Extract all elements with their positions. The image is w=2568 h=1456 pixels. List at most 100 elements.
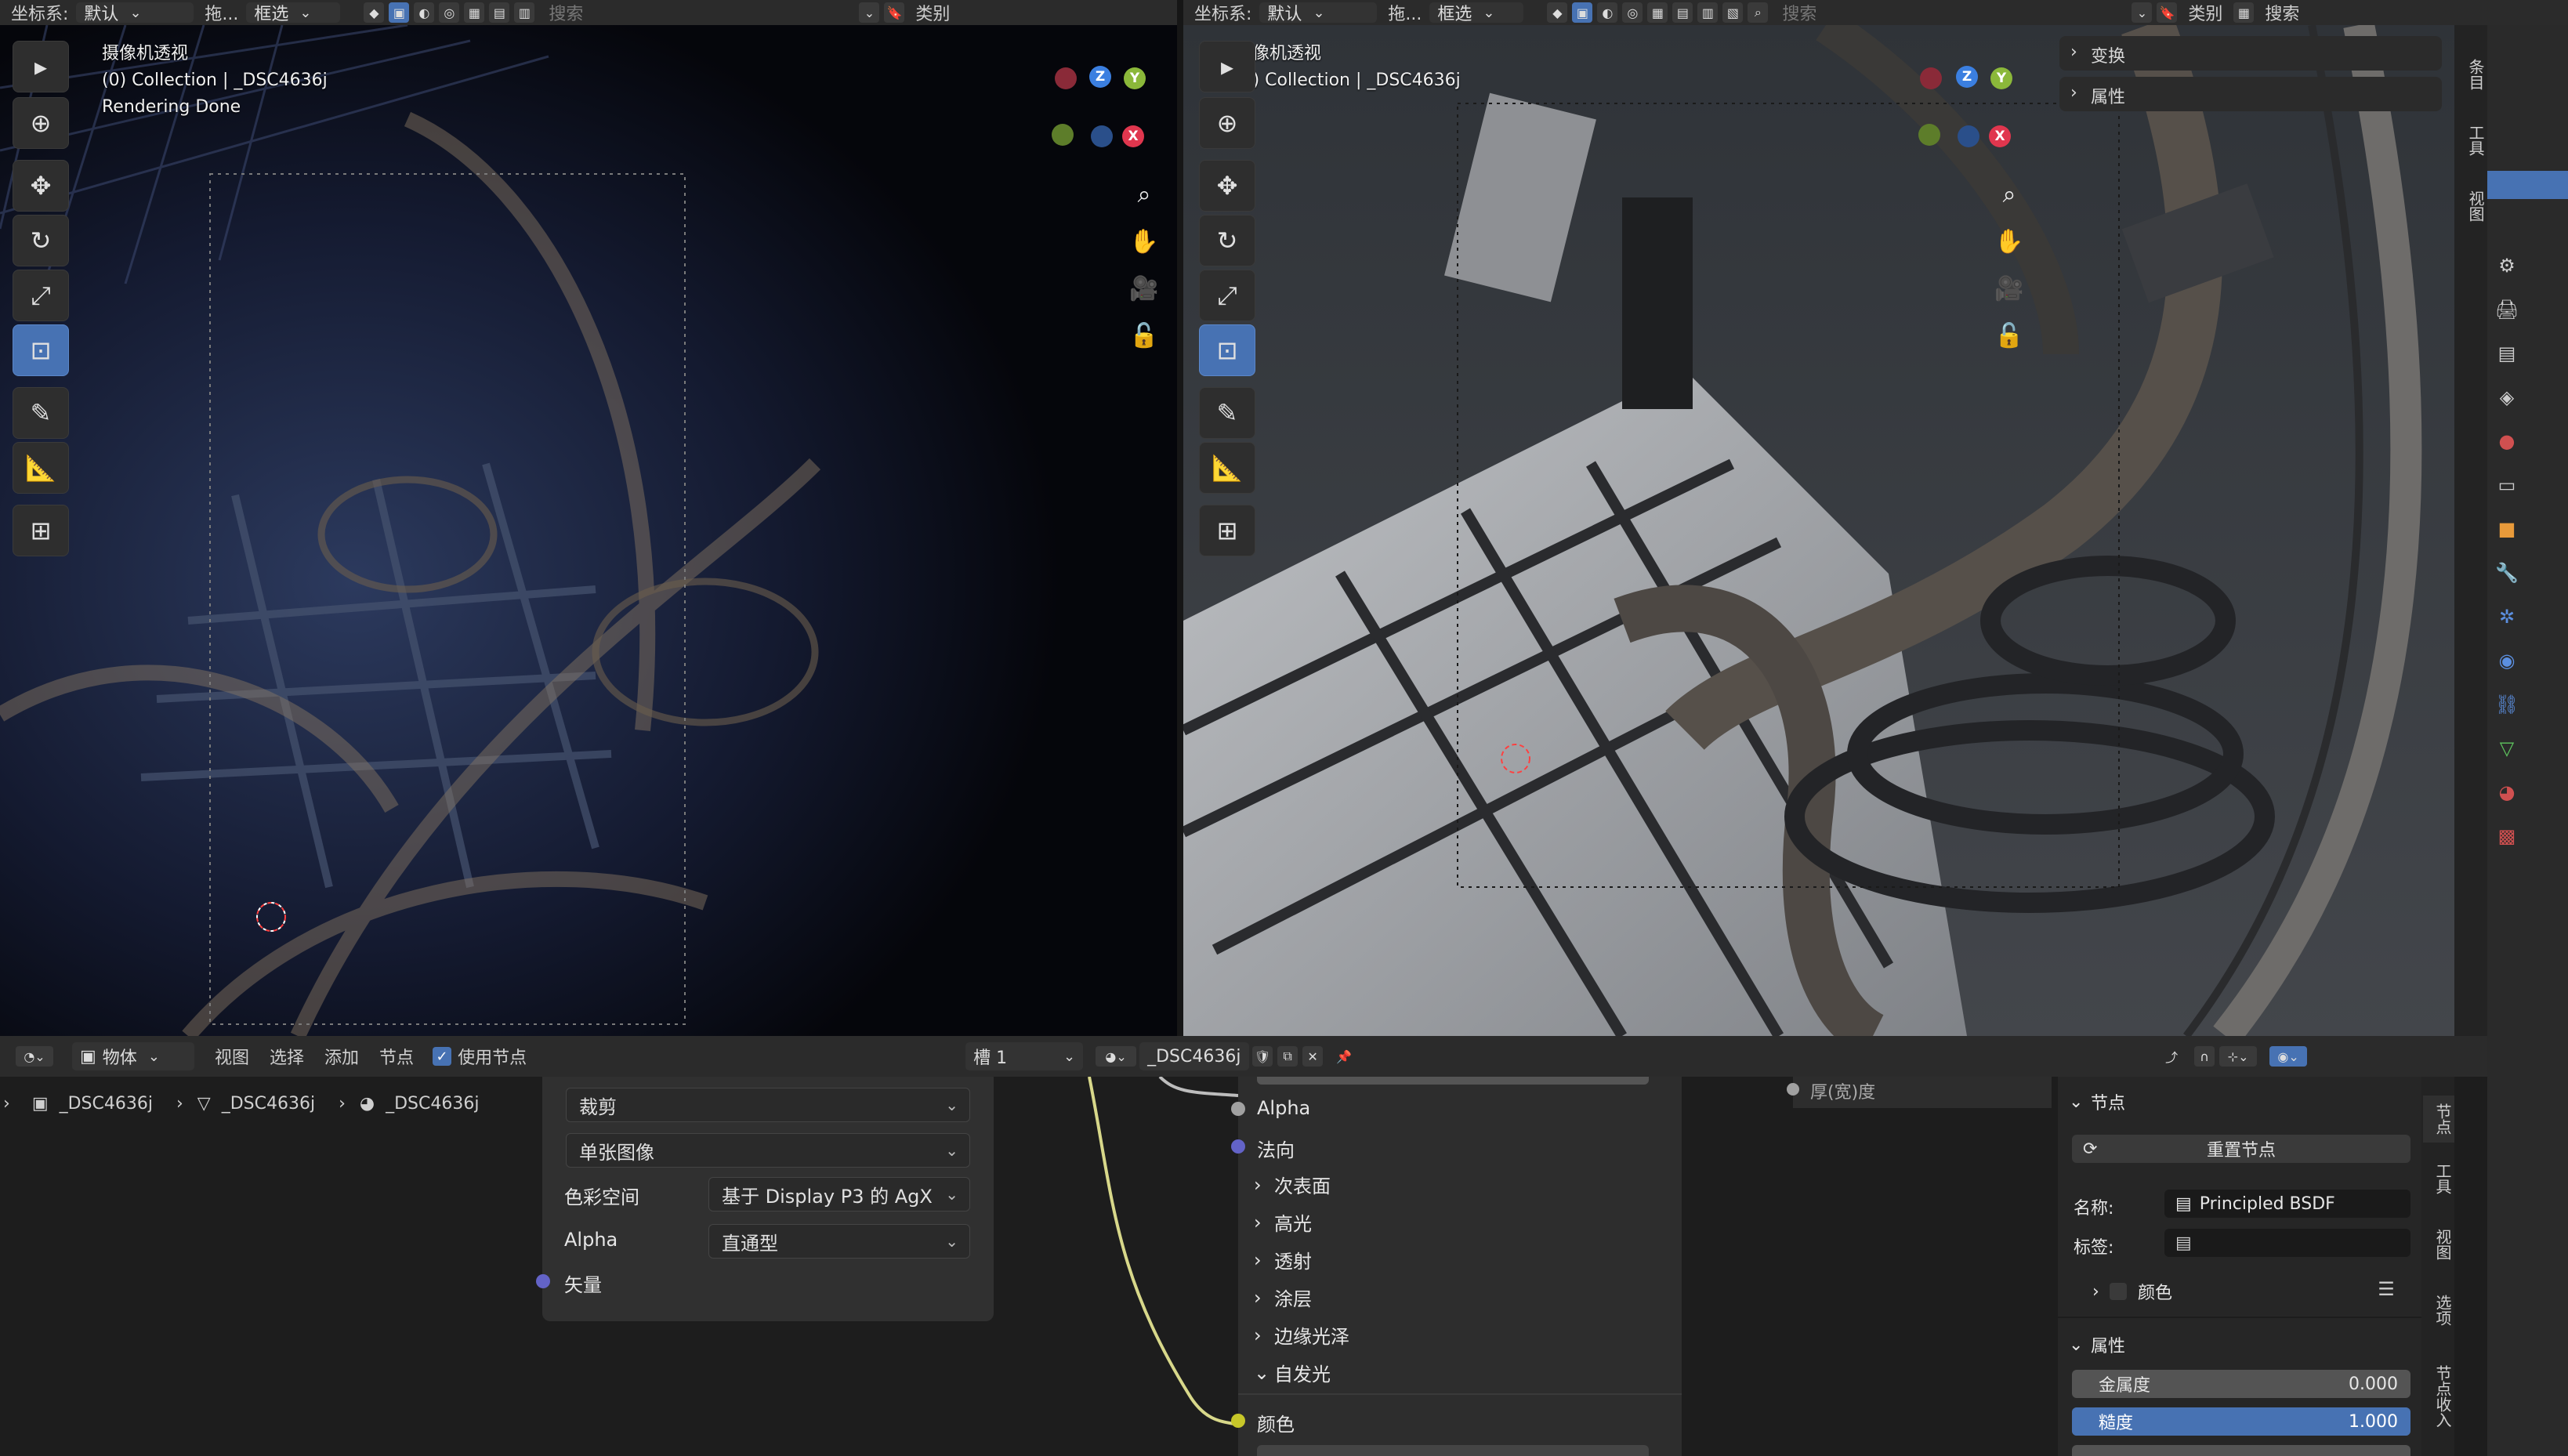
cursor-tool[interactable]: ⊕: [13, 97, 69, 149]
left-viewport[interactable]: 摄像机透视 (0) Collection | _DSC4636j Renderi…: [0, 25, 1177, 1036]
properties-section-header[interactable]: ⌄ 属性: [2069, 1332, 2125, 1357]
data-icon[interactable]: ▽: [2494, 735, 2520, 762]
viewport-divider[interactable]: [1177, 0, 1183, 1036]
color-row[interactable]: › 颜色: [2092, 1279, 2172, 1304]
duplicate-icon[interactable]: ⧉: [1277, 1046, 1298, 1067]
transmission-panel[interactable]: › 透射: [1254, 1246, 1312, 1273]
render-icon[interactable]: ▥: [514, 2, 535, 23]
constraints-icon[interactable]: ⛓: [2494, 691, 2520, 718]
material-sphere-icon[interactable]: ◕⌄: [1096, 1046, 1137, 1067]
select-box-tool[interactable]: ▸: [13, 41, 69, 92]
menu-select[interactable]: 选择: [270, 1044, 304, 1069]
gizmo-neg-x[interactable]: [1920, 67, 1942, 89]
search-input[interactable]: 搜索: [1782, 0, 2127, 25]
normal-socket[interactable]: [1231, 1139, 1245, 1154]
shading-icon[interactable]: ◆: [1547, 2, 1568, 23]
render-settings-icon[interactable]: ⚙: [2494, 252, 2520, 279]
selectable-icon[interactable]: ▣: [1572, 2, 1593, 23]
node-section-header[interactable]: ⌄ 节点: [2069, 1089, 2125, 1114]
reset-node-button[interactable]: ⟳ 重置节点: [2072, 1135, 2410, 1163]
sheen-panel[interactable]: › 边缘光泽: [1254, 1321, 1349, 1349]
snap-icon[interactable]: ∩: [2194, 1046, 2215, 1067]
pan-hand-icon[interactable]: ✋: [1992, 224, 2027, 259]
node-top-field[interactable]: [1257, 1077, 1649, 1085]
chevron-down-icon[interactable]: ⌄: [2132, 2, 2153, 23]
render-icon[interactable]: ▥: [1697, 2, 1719, 23]
search-label[interactable]: 搜索: [2265, 0, 2299, 25]
snap-mode-icon[interactable]: ⊹⌄: [2219, 1046, 2258, 1067]
tab-tool[interactable]: 工具: [2423, 1155, 2454, 1202]
vector-socket[interactable]: [536, 1274, 550, 1288]
search-input[interactable]: 搜索: [549, 0, 854, 25]
roughness-slider[interactable]: 糙度 1.000: [2072, 1407, 2410, 1436]
gizmo-y-axis[interactable]: Y: [1124, 67, 1146, 89]
drag-label[interactable]: 拖...: [1388, 0, 1422, 25]
add-cube-tool[interactable]: ⊞: [13, 505, 69, 556]
measure-tool[interactable]: 📐: [13, 442, 69, 494]
node-editor-canvas[interactable]: › ▣ _DSC4636j › ▽ _DSC4636j › ◕ _DSC4636…: [0, 1077, 2454, 1456]
emission-panel[interactable]: ⌄ 自发光: [1254, 1359, 1331, 1386]
object-mode-dropdown[interactable]: ▣ 物体 ⌄: [72, 1042, 194, 1070]
bookmark-icon[interactable]: 🔖: [2157, 2, 2178, 23]
move-tool[interactable]: ✥: [13, 160, 69, 212]
xray-icon[interactable]: ▦: [464, 2, 485, 23]
list-icon[interactable]: ☰: [2373, 1276, 2400, 1302]
pin-icon[interactable]: 📌: [1334, 1046, 1354, 1067]
scale-tool[interactable]: ⤢: [1199, 270, 1255, 321]
particles-icon[interactable]: ✲: [2494, 603, 2520, 630]
editor-type-icon[interactable]: ◔⌄: [16, 1046, 53, 1067]
gizmo-neg-x[interactable]: [1055, 67, 1077, 89]
gizmo-x-axis[interactable]: X: [1122, 125, 1144, 147]
filter-icon[interactable]: ◐: [414, 2, 435, 23]
add-cube-tool[interactable]: ⊞: [1199, 505, 1255, 556]
view-layer-icon[interactable]: ▤: [2494, 340, 2520, 367]
parent-icon[interactable]: ⤴: [2161, 1046, 2182, 1067]
layout-icon[interactable]: ▦: [2233, 2, 2255, 23]
gizmo-z-axis[interactable]: Z: [1956, 66, 1978, 88]
scene-icon[interactable]: ◈: [2494, 384, 2520, 411]
menu-add[interactable]: 添加: [324, 1044, 359, 1069]
drag-label[interactable]: 拖...: [205, 0, 238, 25]
visibility-icon[interactable]: ▤: [1672, 2, 1693, 23]
crop-dropdown[interactable]: 裁剪 ⌄: [566, 1088, 970, 1122]
specular-panel[interactable]: › 高光: [1254, 1208, 1312, 1236]
zoom-icon[interactable]: ⌕: [1127, 177, 1161, 212]
tab-options[interactable]: 选项: [2423, 1287, 2454, 1334]
transform-tool[interactable]: ⊡: [1199, 324, 1255, 376]
principled-bsdf-node[interactable]: Alpha 法向 › 次表面 › 高光 › 透射 › 涂层 › 边缘光泽 ⌄ 自发光 颜色: [1231, 1077, 1682, 1456]
tab-view[interactable]: 视图: [2423, 1221, 2454, 1268]
rotate-tool[interactable]: ↻: [1199, 215, 1255, 266]
image-texture-node[interactable]: 裁剪 ⌄ 单张图像 ⌄ 色彩空间 基于 Display P3 的 AgX ⌄ Alph…: [536, 1077, 994, 1321]
select-mode-dropdown[interactable]: 框选 ⌄: [1429, 2, 1524, 24]
tab-view[interactable]: 视图: [2456, 179, 2487, 234]
gizmo-neg-y[interactable]: [1052, 124, 1074, 146]
camera-icon[interactable]: 🎥: [1127, 271, 1161, 306]
overlay-icon[interactable]: ◎: [439, 2, 460, 23]
cursor-tool[interactable]: ⊕: [1199, 97, 1255, 149]
emission-color-socket[interactable]: [1231, 1414, 1245, 1428]
lock-icon[interactable]: 🔓: [1992, 318, 2027, 353]
colorspace-dropdown[interactable]: 基于 Display P3 的 AgX ⌄: [708, 1177, 970, 1212]
select-mode-dropdown[interactable]: 框选 ⌄: [246, 2, 341, 24]
annotate-tool[interactable]: ✎: [13, 387, 69, 439]
fake-user-icon[interactable]: 🛡: [1252, 1046, 1273, 1067]
single-image-dropdown[interactable]: 单张图像 ⌄: [566, 1133, 970, 1168]
lock-icon[interactable]: 🔓: [1127, 318, 1161, 353]
world-icon[interactable]: ●: [2494, 428, 2520, 455]
shading-icon[interactable]: ◆: [364, 2, 385, 23]
material-icon[interactable]: ◕: [2494, 779, 2520, 806]
slot-dropdown[interactable]: 槽 1 ⌄: [965, 1042, 1084, 1070]
camera-view-icon[interactable]: ▧: [1722, 2, 1744, 23]
thickness-socket[interactable]: [1787, 1083, 1799, 1096]
coord-dropdown[interactable]: 默认 ⌄: [1259, 2, 1378, 24]
emission-color-field[interactable]: [1257, 1445, 1649, 1456]
physics-icon[interactable]: ◉: [2494, 647, 2520, 674]
metallic-slider[interactable]: 金属度 0.000: [2072, 1370, 2410, 1398]
unlink-icon[interactable]: ✕: [1302, 1046, 1324, 1067]
camera-icon[interactable]: 🎥: [1992, 271, 2027, 306]
filter-icon[interactable]: ◐: [1597, 2, 1618, 23]
tab-tool[interactable]: 工具: [2456, 113, 2487, 168]
move-tool[interactable]: ✥: [1199, 160, 1255, 212]
category-label[interactable]: 类别: [2188, 0, 2222, 25]
scale-tool[interactable]: ⤢: [13, 270, 69, 321]
